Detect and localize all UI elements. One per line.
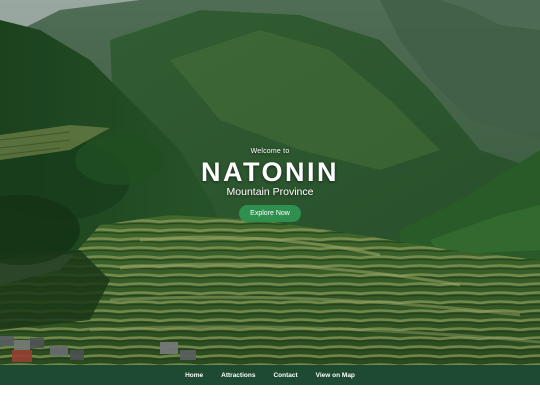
nav-link-home[interactable]: Home [176,372,212,379]
hero-text-block: Welcome to NATONIN Mountain Province Exp… [0,148,540,222]
hero-section: Welcome to NATONIN Mountain Province Exp… [0,0,540,365]
welcome-text: Welcome to [250,148,290,155]
hero-subtitle: Mountain Province [226,186,314,198]
nav-link-attractions[interactable]: Attractions [212,372,264,379]
hero-title: NATONIN [201,157,339,187]
explore-now-button[interactable]: Explore Now [239,205,301,222]
bottom-navbar: Home Attractions Contact View on Map [0,365,540,385]
nav-link-contact[interactable]: Contact [264,372,306,379]
nav-link-view-on-map[interactable]: View on Map [307,372,364,379]
